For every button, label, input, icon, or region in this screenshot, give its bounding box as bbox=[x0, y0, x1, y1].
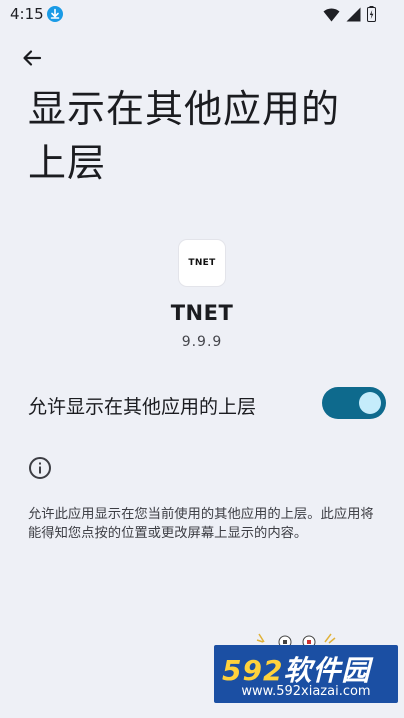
watermark-brand: 592软件园 bbox=[222, 654, 371, 687]
wifi-icon bbox=[323, 7, 340, 26]
toggle-knob bbox=[359, 392, 381, 414]
battery-icon bbox=[367, 6, 376, 26]
app-version: 9.9.9 bbox=[181, 334, 223, 350]
back-arrow-icon bbox=[23, 50, 42, 66]
back-button[interactable] bbox=[18, 44, 46, 72]
download-icon bbox=[47, 6, 63, 22]
status-bar: 4:15 bbox=[0, 0, 404, 30]
permission-row[interactable]: 允许显示在其他应用的上层 bbox=[0, 380, 404, 428]
watermark: 592软件园 www.592xiazai.com bbox=[214, 645, 398, 703]
permission-label: 允许显示在其他应用的上层 bbox=[28, 396, 257, 418]
page-title: 显示在其他应用的上层 bbox=[28, 87, 341, 185]
watermark-url: www.592xiazai.com bbox=[241, 684, 371, 699]
permission-toggle[interactable] bbox=[322, 387, 386, 419]
info-icon bbox=[28, 456, 52, 480]
app-icon: TNET bbox=[179, 240, 225, 286]
signal-icon bbox=[346, 7, 361, 26]
system-icons bbox=[323, 6, 376, 26]
app-icon-text: TNET bbox=[188, 258, 216, 268]
app-name: TNET bbox=[170, 301, 234, 325]
permission-description: 允许此应用显示在您当前使用的其他应用的上层。此应用将能得知您点按的位置或更改屏幕… bbox=[28, 507, 374, 541]
status-time: 4:15 bbox=[10, 5, 44, 23]
